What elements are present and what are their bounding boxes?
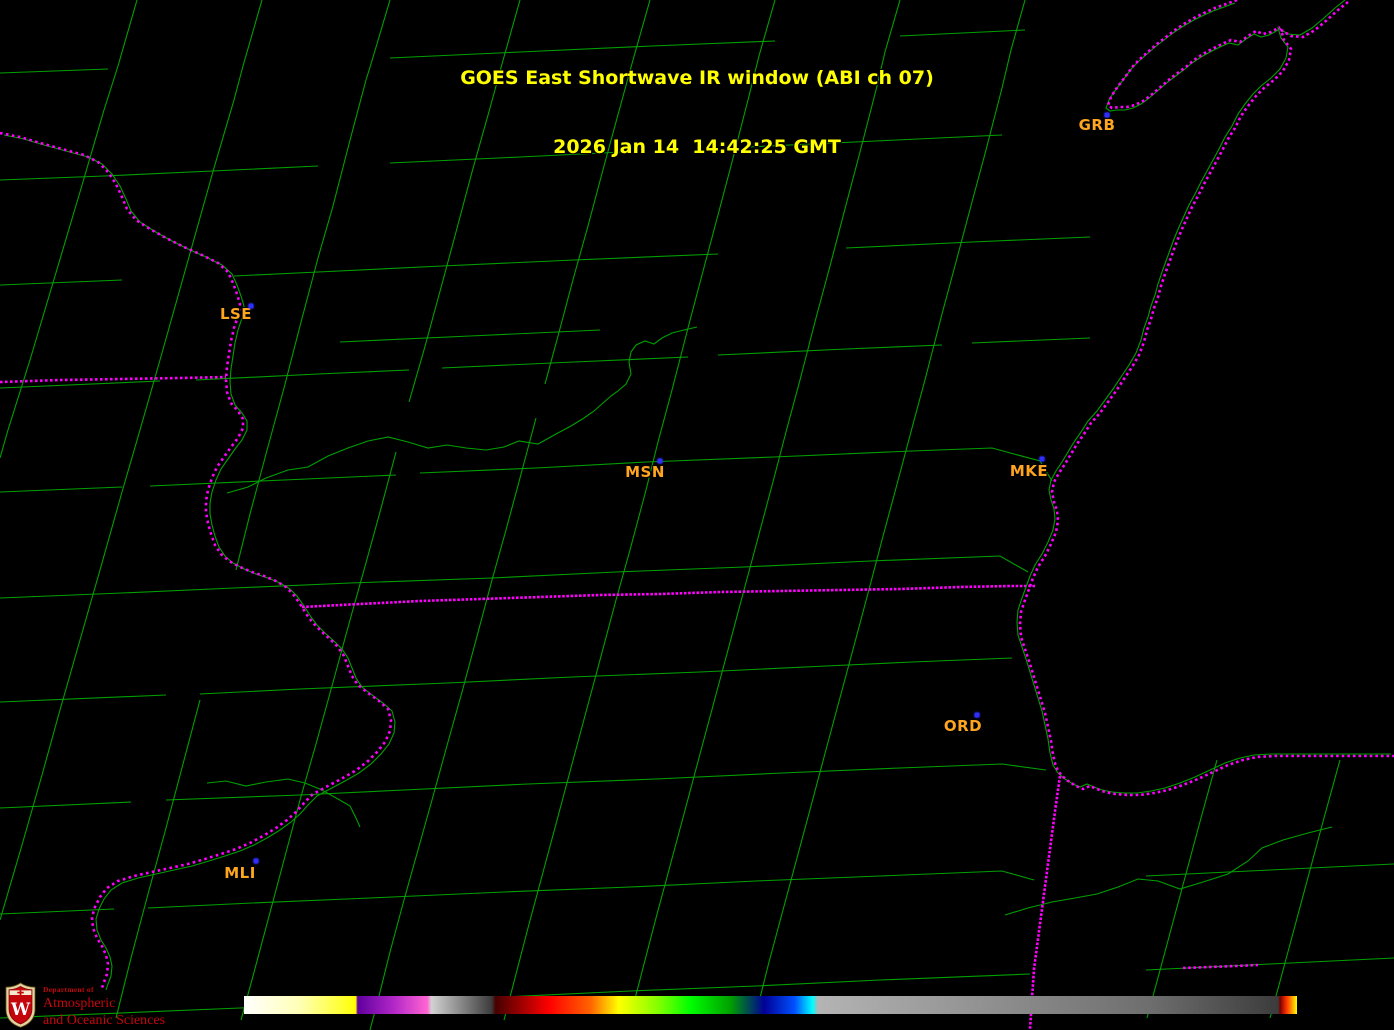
county-line — [616, 561, 870, 572]
temperature-colorbar — [244, 996, 1297, 1014]
uw-aos-logo: W Department of Atmospheric and Oceanic … — [5, 982, 165, 1028]
station-label-MLI: MLI — [224, 864, 256, 882]
mn-ia-border — [0, 377, 226, 382]
station-dot-ORD — [975, 713, 980, 718]
county-line — [0, 909, 114, 914]
county-line — [442, 357, 688, 368]
county-line — [300, 620, 350, 800]
county-line — [42, 492, 122, 775]
county-line — [900, 764, 1046, 770]
station-label-GRB: GRB — [1079, 116, 1116, 134]
station-dot-GRB — [1105, 113, 1110, 118]
county-line — [0, 280, 122, 285]
crest-cross-arm — [17, 992, 24, 994]
station-label-LSE: LSE — [220, 305, 252, 323]
in-border-segment — [1183, 965, 1258, 968]
county-line — [420, 462, 646, 473]
county-line — [448, 580, 492, 742]
county-line — [1146, 864, 1394, 876]
county-line — [166, 700, 200, 828]
fox-river-se — [1005, 827, 1332, 915]
station-label-MSN: MSN — [625, 463, 665, 481]
county-line — [0, 487, 122, 492]
county-line — [688, 215, 718, 328]
il-in-border — [1030, 776, 1060, 1029]
county-line — [816, 205, 846, 318]
wi-il-border — [302, 586, 1035, 607]
county-line — [234, 266, 442, 276]
station-dot-MSN — [658, 459, 663, 464]
county-line — [0, 695, 166, 702]
county-line — [545, 276, 574, 384]
county-line — [0, 593, 122, 598]
county-line — [744, 478, 774, 590]
county-line — [166, 790, 404, 800]
uw-crest-icon: W — [5, 982, 36, 1028]
county-line — [404, 779, 656, 790]
county-line — [630, 876, 880, 887]
county-line — [241, 800, 300, 1020]
county-line — [200, 683, 448, 694]
title-line-2: 2026 Jan 14 14:42:25 GMT — [0, 136, 1394, 159]
county-line — [1270, 760, 1340, 1018]
station-dot-LSE — [249, 304, 254, 309]
satellite-image-viewport: GOES East Shortwave IR window (ABI ch 07… — [0, 0, 1394, 1030]
station-label-ORD: ORD — [944, 717, 982, 735]
county-line — [122, 583, 350, 593]
mississippi-river — [0, 133, 391, 988]
county-line — [404, 742, 448, 900]
county-line — [0, 381, 160, 388]
logo-text: Department of Atmospheric and Oceanic Sc… — [43, 982, 165, 1028]
county-line — [0, 802, 131, 808]
county-line — [912, 658, 1012, 662]
county-line — [912, 314, 942, 428]
county-line — [196, 370, 409, 380]
station-label-MKE: MKE — [1010, 462, 1048, 480]
logo-name-line2: and Oceanic Sciences — [43, 1014, 165, 1028]
county-line — [150, 475, 396, 486]
county-line — [350, 572, 616, 583]
county-line — [942, 202, 972, 314]
county-line — [572, 600, 616, 764]
county-line — [448, 672, 700, 683]
county-line — [846, 237, 1090, 248]
county-line — [880, 871, 1034, 880]
county-line — [284, 258, 318, 388]
county-line — [756, 974, 1030, 986]
station-dot-MKE — [1040, 457, 1045, 462]
county-line — [1147, 760, 1217, 1018]
county-line — [718, 345, 942, 355]
image-title: GOES East Shortwave IR window (ABI ch 07… — [0, 21, 1394, 205]
county-line — [0, 775, 42, 920]
logo-name-line1: Atmospheric — [43, 997, 165, 1011]
county-line — [700, 662, 912, 672]
station-dot-MLI — [254, 859, 259, 864]
title-line-1: GOES East Shortwave IR window (ABI ch 07… — [0, 67, 1394, 90]
county-line — [656, 768, 900, 779]
county-line — [148, 898, 370, 908]
county-line — [370, 887, 630, 898]
county-line — [340, 330, 600, 342]
county-line — [616, 490, 646, 600]
county-line — [870, 556, 1028, 572]
county-line — [972, 338, 1090, 343]
county-line — [774, 318, 816, 478]
rock-river-mli — [207, 779, 360, 827]
logo-dept-label: Department of — [43, 986, 165, 994]
crest-monogram: W — [10, 1000, 31, 1020]
county-line — [757, 746, 827, 1010]
county-line — [409, 284, 442, 402]
